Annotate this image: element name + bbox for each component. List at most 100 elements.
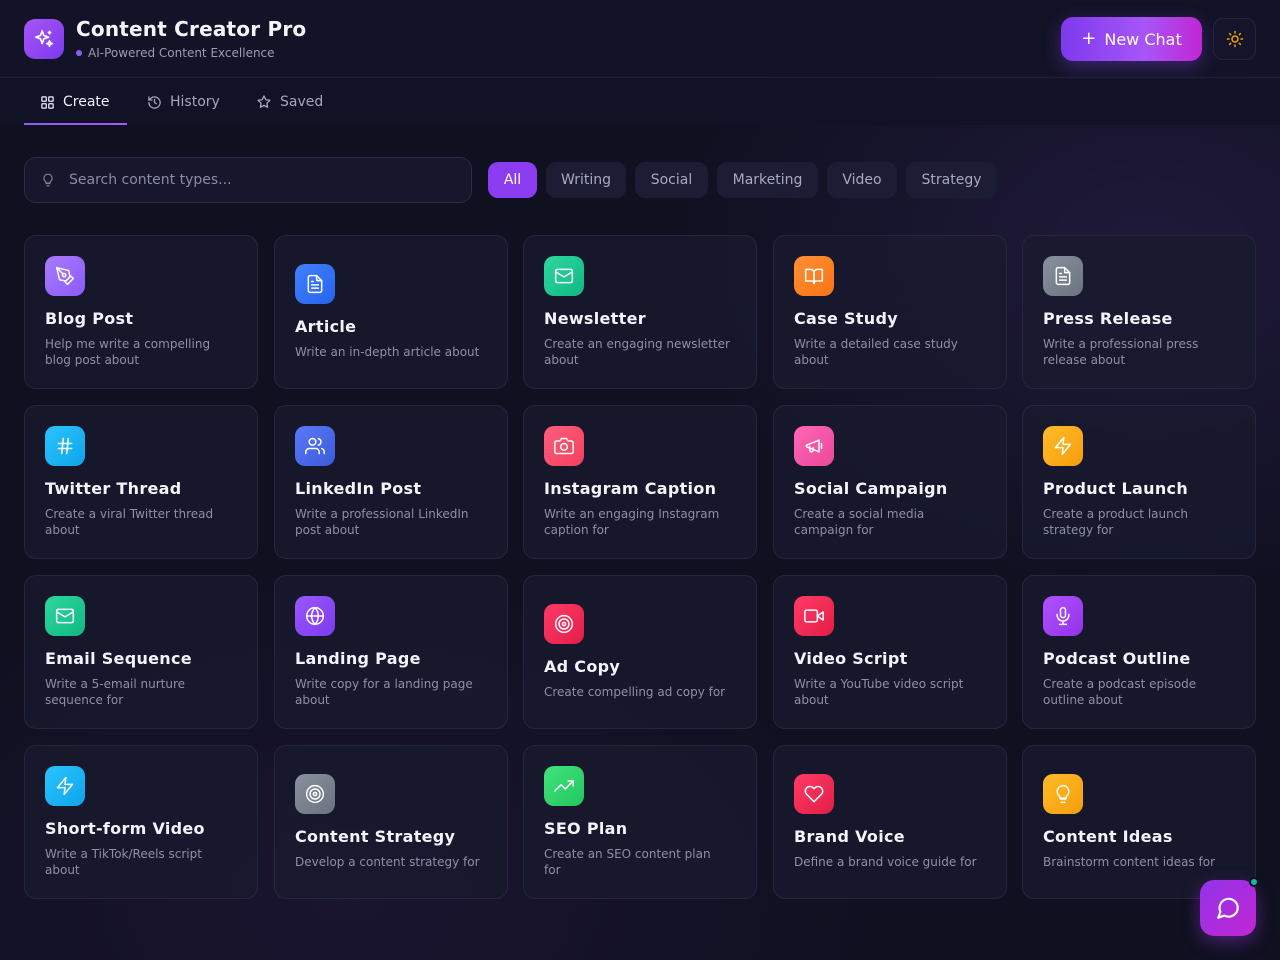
theme-toggle-button[interactable] (1213, 18, 1256, 60)
card-description: Develop a content strategy for (295, 855, 480, 869)
lightbulb-icon (1043, 774, 1083, 814)
status-dot (76, 50, 82, 56)
card-description: Brainstorm content ideas for (1043, 855, 1215, 869)
search-input[interactable] (69, 172, 429, 188)
card-description: Create a podcast episode outline about (1043, 677, 1197, 707)
tab-saved-label: Saved (280, 94, 324, 110)
card-title: Product Launch (1043, 479, 1189, 498)
content-card-video-script[interactable]: Video Script Write a YouTube video script… (773, 575, 1007, 729)
document-icon (1043, 256, 1083, 296)
card-title: Newsletter (544, 309, 646, 328)
tab-bar: Create History Saved (0, 79, 1280, 125)
filter-all[interactable]: All (488, 162, 537, 198)
mail-icon (544, 256, 584, 296)
mail-icon (45, 596, 85, 636)
content-card-podcast-outline[interactable]: Podcast Outline Create a podcast episode … (1022, 575, 1256, 729)
content-card-newsletter[interactable]: Newsletter Create an engaging newsletter … (523, 235, 757, 389)
message-circle-icon (1217, 897, 1239, 919)
card-description: Write an in-depth article about (295, 345, 480, 359)
tab-create[interactable]: Create (24, 79, 127, 125)
card-title: Podcast Outline (1043, 649, 1191, 668)
megaphone-icon (794, 426, 834, 466)
sparkles-icon (24, 19, 64, 59)
content-card-brand-voice[interactable]: Brand Voice Define a brand voice guide fo… (773, 745, 1007, 899)
card-title: Ad Copy (544, 657, 621, 676)
users-icon (295, 426, 335, 466)
content-card-case-study[interactable]: Case Study Write a detailed case study ab… (773, 235, 1007, 389)
card-description: Create a social media campaign for (794, 507, 925, 537)
card-description: Help me write a compelling blog post abo… (45, 337, 211, 367)
pen-tool-icon (45, 256, 85, 296)
content-card-ad-copy[interactable]: Ad Copy Create compelling ad copy for (523, 575, 757, 729)
card-title: SEO Plan (544, 819, 628, 838)
filter-social[interactable]: Social (635, 162, 708, 198)
card-title: Social Campaign (794, 479, 948, 498)
target-icon (295, 774, 335, 814)
history-icon (148, 95, 161, 109)
app-subtitle-text: AI-Powered Content Excellence (88, 46, 275, 60)
content-card-instagram-caption[interactable]: Instagram Caption Write an engaging Insta… (523, 405, 757, 559)
card-title: Instagram Caption (544, 479, 717, 498)
heart-icon (794, 774, 834, 814)
grid-icon (41, 95, 54, 109)
app-subtitle: AI-Powered Content Excellence (76, 46, 275, 60)
content-card-blog-post[interactable]: Blog Post Help me write a compelling blog… (24, 235, 258, 389)
card-title: Video Script (794, 649, 908, 668)
card-title: Press Release (1043, 309, 1173, 328)
content-card-twitter-thread[interactable]: Twitter Thread Create a viral Twitter thr… (24, 405, 258, 559)
card-description: Create an SEO content plan for (544, 847, 711, 877)
globe-icon (295, 596, 335, 636)
card-title: Blog Post (45, 309, 134, 328)
zap-icon (45, 766, 85, 806)
zap-icon (1043, 426, 1083, 466)
card-title: Content Strategy (295, 827, 456, 846)
content-card-linkedin-post[interactable]: LinkedIn Post Write a professional Linked… (274, 405, 508, 559)
new-chat-button[interactable]: + New Chat (1061, 17, 1202, 61)
new-chat-label: New Chat (1104, 29, 1182, 49)
content-card-email-sequence[interactable]: Email Sequence Write a 5-email nurture se… (24, 575, 258, 729)
chat-fab-button[interactable] (1200, 880, 1256, 936)
card-title: Landing Page (295, 649, 421, 668)
card-description: Write a detailed case study about (794, 337, 958, 367)
card-description: Create an engaging newsletter about (544, 337, 730, 367)
card-title: Article (295, 317, 357, 336)
tab-history[interactable]: History (147, 79, 220, 125)
content-card-press-release[interactable]: Press Release Write a professional press … (1022, 235, 1256, 389)
content-card-content-strategy[interactable]: Content Strategy Develop a content strate… (274, 745, 508, 899)
filter-writing[interactable]: Writing (546, 162, 626, 198)
document-icon (295, 264, 335, 304)
tab-create-label: Create (63, 94, 110, 110)
card-title: Short-form Video (45, 819, 205, 838)
tab-history-label: History (170, 94, 220, 110)
book-open-icon (794, 256, 834, 296)
content-card-short-form-video[interactable]: Short-form Video Write a TikTok/Reels scr… (24, 745, 258, 899)
card-title: Case Study (794, 309, 898, 328)
card-title: Brand Voice (794, 827, 905, 846)
filter-video[interactable]: Video (827, 162, 897, 198)
tab-saved[interactable]: Saved (256, 79, 323, 125)
card-title: LinkedIn Post (295, 479, 422, 498)
card-description: Write a YouTube video script about (794, 677, 964, 707)
filter-marketing[interactable]: Marketing (717, 162, 818, 198)
content-card-product-launch[interactable]: Product Launch Create a product launch st… (1022, 405, 1256, 559)
plus-icon: + (1081, 28, 1097, 49)
card-description: Write copy for a landing page about (295, 677, 473, 707)
app-title: Content Creator Pro (76, 17, 307, 41)
card-description: Define a brand voice guide for (794, 855, 977, 869)
hash-icon (45, 426, 85, 466)
content-card-landing-page[interactable]: Landing Page Write copy for a landing pag… (274, 575, 508, 729)
filter-strategy[interactable]: Strategy (906, 162, 997, 198)
content-card-content-ideas[interactable]: Content Ideas Brainstorm content ideas fo… (1022, 745, 1256, 899)
content-card-social-campaign[interactable]: Social Campaign Create a social media cam… (773, 405, 1007, 559)
card-description: Create a product launch strategy for (1043, 507, 1188, 537)
camera-icon (544, 426, 584, 466)
trending-up-icon (544, 766, 584, 806)
card-description: Create a viral Twitter thread about (45, 507, 214, 537)
content-card-seo-plan[interactable]: SEO Plan Create an SEO content plan for (523, 745, 757, 899)
content-card-article[interactable]: Article Write an in-depth article about (274, 235, 508, 389)
card-title: Email Sequence (45, 649, 192, 668)
card-description: Write a 5-email nurture sequence for (45, 677, 186, 707)
card-title: Twitter Thread (45, 479, 182, 498)
card-description: Create compelling ad copy for (544, 685, 726, 699)
search-box[interactable] (24, 157, 472, 203)
